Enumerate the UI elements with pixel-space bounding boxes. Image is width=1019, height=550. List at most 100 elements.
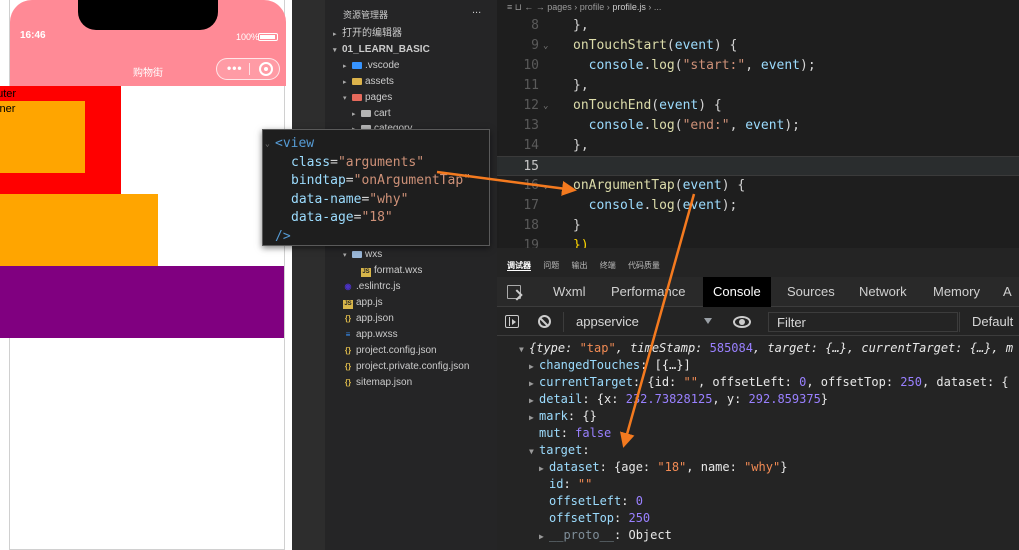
tree-item-app-js[interactable]: JS app.js [343,295,383,311]
chevron-down-icon: ▾ [333,47,337,54]
tree-item-app-wxss[interactable]: ≡ app.wxss [343,327,398,343]
snippet-token: <view [275,136,315,151]
folder-icon [352,94,362,101]
project-root[interactable]: ▾ 01_LEARN_BASIC [333,42,430,58]
inner-box[interactable]: inner [0,101,85,173]
tree-item-wxs[interactable]: ▾ wxs [343,247,382,263]
console-token: 292.859375 [748,392,821,406]
console-line[interactable]: ▼ target: [529,442,590,459]
tab-code-quality[interactable]: 代码质量 [628,261,660,270]
tree-item-assets[interactable]: ▸ assets [343,74,394,90]
console-token: changedTouches [539,358,641,372]
code-line[interactable]: 12 ⌄ onTouchEnd(event) { [497,96,1019,116]
tab-wxml[interactable]: Wxml [543,277,596,307]
tab-output[interactable]: 输出 [571,261,587,270]
code-line[interactable]: 17 console.log(event); [497,196,1019,216]
eye-icon[interactable] [733,316,751,328]
menu-capsule[interactable]: ••• [216,58,280,80]
tab-problems[interactable]: 问题 [543,261,559,270]
inspect-element-icon[interactable] [507,285,521,299]
tree-item-eslintrc[interactable]: ◉ .eslintrc.js [343,279,401,295]
tree-item-pages[interactable]: ▾ pages [343,90,392,106]
code-line[interactable]: 18} [497,216,1019,236]
expand-down-icon[interactable]: ▼ [519,341,529,358]
tree-item-project-private-config[interactable]: {} project.private.config.json [343,359,470,375]
console-token: , timeStamp: [615,341,710,355]
code-line[interactable]: 13 console.log("end:", event); [497,116,1019,136]
code-token: event [674,38,714,53]
arguments-view[interactable] [0,194,158,266]
code-token: }, [573,18,589,33]
code-line[interactable]: 14}, [497,136,1019,156]
fold-chevron-icon[interactable]: ⌄ [543,176,548,196]
expand-down-icon[interactable]: ▼ [529,443,539,460]
code-line[interactable]: 11}, [497,76,1019,96]
tree-item-label: wxs [365,249,383,260]
context-select[interactable]: appservice [563,312,717,332]
open-editors-section[interactable]: ▸ 打开的编辑器 [333,26,402,42]
console-line[interactable]: ▶ changedTouches: [{…}] [529,357,691,374]
line-number: 8 [531,18,539,33]
code-line[interactable]: 9 ⌄ onTouchStart(event) { [497,36,1019,56]
code-line[interactable]: 15 [497,156,1019,176]
console-line[interactable]: ▶ currentTarget: {id: "", offsetLeft: 0, … [529,374,1009,391]
fold-chevron-icon[interactable]: ⌄ [543,96,548,116]
tree-item-project-config[interactable]: {} project.config.json [343,343,437,359]
status-bar: 16:46 100% [10,0,286,56]
explorer-more-button[interactable]: ... [472,4,481,16]
tree-item-sitemap[interactable]: {} sitemap.json [343,375,412,391]
folder-icon [352,62,362,69]
tree-item-format-wxs[interactable]: JS format.wxs [361,263,422,279]
console-line[interactable]: ▶ dataset: {age: "18", name: "why"} [539,459,787,476]
code-token: ( [666,38,675,53]
more-dots-icon[interactable]: ••• [227,61,243,75]
tree-item-app-json[interactable]: {} app.json [343,311,394,327]
console-line[interactable]: ▼ {type: "tap", timeStamp: 585084, target… [519,340,1013,357]
code-token: ); [800,58,816,73]
tab-more[interactable]: A [993,277,1019,307]
expand-right-icon[interactable]: ▶ [529,409,539,426]
code-text: console.log("start:", event); [573,56,816,76]
folder-icon [352,78,362,85]
console-output[interactable]: ▼ {type: "tap", timeStamp: 585084, target… [497,337,1019,550]
log-level-select[interactable]: Default [959,312,1013,332]
sidebar-toggle-icon[interactable] [505,315,519,328]
expand-right-icon[interactable]: ▶ [539,528,549,545]
breadcrumb-path[interactable]: ≡ ⊔ ← → pages › profile › [507,2,612,12]
code-line[interactable]: 16 ⌄ onArgumentTap(event) { [497,176,1019,196]
close-target-icon[interactable] [259,62,273,76]
code-line[interactable]: 10 console.log("start:", event); [497,56,1019,76]
console-token: offsetTop [549,511,615,525]
tab-memory[interactable]: Memory [923,277,990,307]
tree-item-cart[interactable]: ▸ cart [352,106,391,122]
tab-sources[interactable]: Sources [777,277,845,307]
code-line[interactable]: 8}, [497,16,1019,36]
breadcrumb-file[interactable]: profile.js [612,2,646,12]
expand-right-icon[interactable]: ▶ [529,392,539,409]
purple-view[interactable] [0,266,284,338]
expand-right-icon[interactable]: ▶ [539,460,549,477]
tab-network[interactable]: Network [849,277,917,307]
console-line[interactable]: ▶ __proto__: Object [539,527,672,544]
tree-item-vscode[interactable]: ▸ .vscode [343,58,399,74]
tab-debugger[interactable]: 调试器 [507,261,531,271]
console-token: 250 [628,511,651,525]
tab-terminal[interactable]: 终端 [600,261,616,270]
console-line: offsetTop: 250 [539,510,650,527]
tab-console[interactable]: Console [703,277,771,307]
expand-right-icon[interactable]: ▶ [529,375,539,392]
tree-item-label: pages [365,92,393,103]
tab-performance[interactable]: Performance [601,277,695,307]
code-editor[interactable]: ≡ ⊔ ← → pages › profile › profile.js › .… [497,0,1019,253]
breadcrumb[interactable]: ≡ ⊔ ← → pages › profile › profile.js › .… [497,0,1019,16]
console-line[interactable]: ▶ mark: {} [529,408,597,425]
console-token: : {age: [599,460,658,474]
clear-console-icon[interactable] [538,315,551,328]
expand-right-icon[interactable]: ▶ [529,358,539,375]
fold-chevron-icon[interactable]: ⌄ [543,36,548,56]
code-token: ( [674,58,683,73]
filter-input[interactable] [768,312,958,332]
code-token: ); [721,198,738,213]
console-line[interactable]: ▶ detail: {x: 232.73828125, y: 292.859375… [529,391,828,408]
breadcrumb-more[interactable]: › ... [646,2,661,12]
